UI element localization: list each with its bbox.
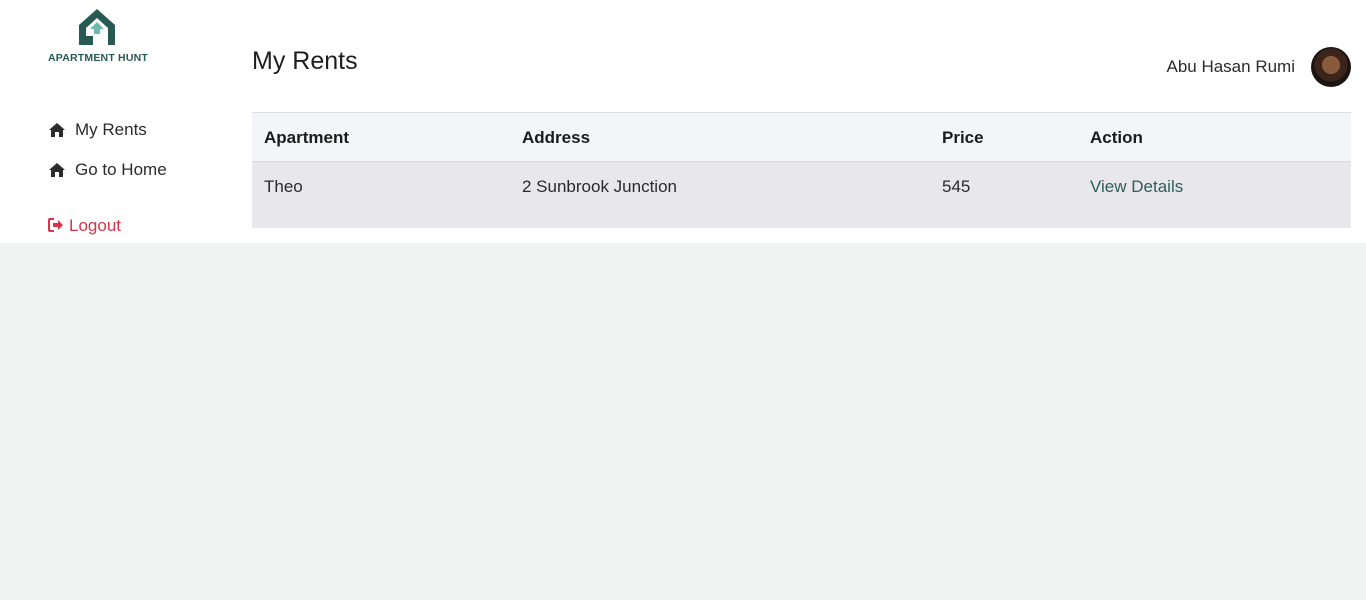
sidebar: APARTMENT HUNT My Rents Go to Home Logou… [0,0,230,243]
view-details-link[interactable]: View Details [1090,177,1183,197]
table-header: Apartment Address Price Action [252,113,1351,162]
column-header-apartment: Apartment [264,128,350,147]
sidebar-item-go-to-home[interactable]: Go to Home [48,160,167,180]
home-icon [48,122,66,138]
sidebar-item-label: My Rents [75,120,147,139]
column-header-address: Address [522,128,591,147]
cell-price: 545 [942,177,971,196]
logout-label: Logout [69,216,121,235]
rents-table: Apartment Address Price Action Theo 2 Su… [252,112,1351,228]
brand-name: APARTMENT HUNT [48,52,149,64]
table-row: Theo 2 Sunbrook Junction 545 View Detail… [252,162,1351,228]
house-logo-icon [79,9,115,45]
user-name: Abu Hasan Rumi [1166,57,1295,76]
page-title: My Rents [252,47,358,75]
cell-address: 2 Sunbrook Junction [522,177,677,196]
sidebar-item-my-rents[interactable]: My Rents [48,120,147,140]
cell-apartment: Theo [264,177,303,196]
sidebar-item-label: Go to Home [75,160,167,179]
column-header-price: Price [942,128,984,147]
avatar[interactable] [1311,47,1351,87]
sign-out-icon [48,218,64,234]
home-icon [48,162,66,178]
brand-logo[interactable]: APARTMENT HUNT [48,6,158,66]
column-header-action: Action [1090,128,1143,147]
logout-button[interactable]: Logout [48,216,121,236]
